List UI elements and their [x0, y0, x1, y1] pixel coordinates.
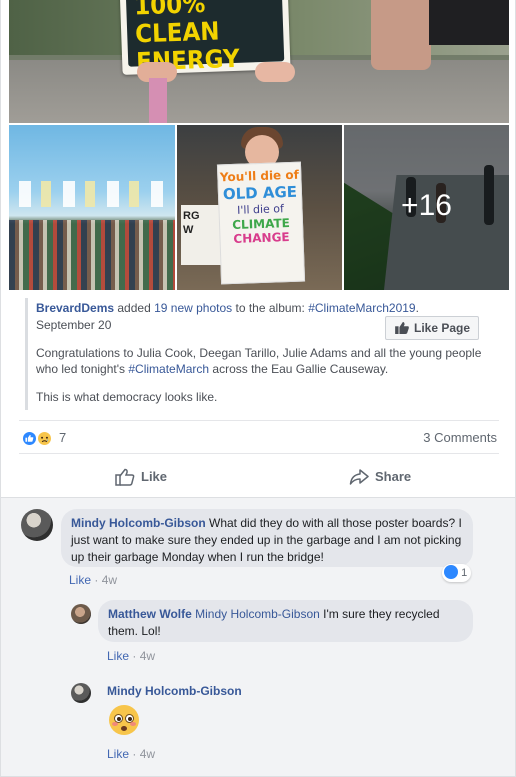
emoji-cheek: [112, 722, 118, 726]
share-button-label: Share: [375, 469, 412, 484]
like-page-label: Like Page: [414, 321, 471, 335]
photo-thumbnail-more[interactable]: +16: [344, 125, 509, 290]
thumbs-up-icon: [115, 468, 135, 486]
album-tail: .: [415, 301, 419, 315]
comment-reaction-badge[interactable]: 1: [442, 564, 472, 582]
reply-like-link[interactable]: Like: [107, 747, 129, 761]
photo-person-legs: [371, 0, 431, 70]
photo-hand-right: [255, 62, 295, 82]
sign-line-1: 100% CLEAN: [133, 0, 220, 49]
photo-arm: [149, 78, 167, 123]
like-button[interactable]: Like: [115, 466, 167, 488]
like-page-button[interactable]: Like Page: [385, 316, 479, 340]
crowd: [9, 220, 175, 290]
more-photos-count: +16: [401, 189, 452, 222]
page-name-link[interactable]: BrevardDems: [36, 301, 114, 315]
post-body-post: across the Eau Gallie Causeway.: [209, 362, 389, 376]
side-sign: RG W: [181, 205, 221, 265]
share-button[interactable]: Share: [349, 466, 411, 488]
crowd-signs: [19, 181, 169, 207]
comments-section: Mindy Holcomb-Gibson What did they do wi…: [1, 497, 515, 776]
photo-thumbnail-child-sign[interactable]: RG W You'll die of OLD AGE I'll die of C…: [177, 125, 342, 290]
hashtag-link[interactable]: #ClimateMarch: [128, 362, 209, 376]
post-body: Congratulations to Julia Cook, Deegan Ta…: [36, 345, 496, 377]
reaction-count[interactable]: 7: [59, 430, 66, 445]
post-header: BrevardDems added 19 new photos to the a…: [36, 300, 419, 316]
avatar[interactable]: [21, 509, 53, 541]
meta-separator: ·: [91, 573, 102, 587]
avatar[interactable]: [71, 683, 91, 703]
to-album-text: to the album:: [232, 301, 309, 315]
photo-count-link[interactable]: 19 new photos: [154, 301, 232, 315]
comment-bubble: Mindy Holcomb-Gibson What did they do wi…: [61, 509, 473, 567]
post-card: 100% CLEAN ENERGY RG W You'll die of OLD…: [0, 0, 516, 777]
meta-separator: ·: [129, 747, 140, 761]
emoji-cheek: [130, 722, 136, 726]
reply-meta: Like · 4w: [107, 649, 155, 663]
photo-person-shorts: [429, 0, 509, 45]
meta-separator: ·: [129, 649, 140, 663]
reply-age[interactable]: 4w: [140, 649, 155, 663]
sad-reaction-icon[interactable]: [36, 430, 53, 447]
sign-text: 100% CLEAN ENERGY: [125, 0, 285, 76]
reply-mention-link[interactable]: Mindy Holcomb-Gibson: [192, 607, 320, 621]
action-text: added: [114, 301, 155, 315]
thumbs-up-icon: [25, 434, 34, 442]
comment-reaction-count: 1: [461, 567, 468, 579]
sad-face-icon: [41, 436, 48, 443]
thumbs-up-icon: [395, 322, 409, 334]
reactions-bar: 7 3 Comments: [19, 420, 499, 454]
flushed-face-icon: [109, 705, 139, 735]
like-reaction-icon: [444, 565, 458, 580]
poster-line-4: CLIMATE: [231, 215, 291, 233]
reply-like-link[interactable]: Like: [107, 649, 129, 663]
reply-bubble: Matthew Wolfe Mindy Holcomb-Gibson I'm s…: [98, 600, 473, 642]
comment-age[interactable]: 4w: [102, 573, 117, 587]
photo-thumbnail-crowd[interactable]: [9, 125, 175, 290]
comment-author-link[interactable]: Mindy Holcomb-Gibson: [71, 516, 206, 530]
reply-age[interactable]: 4w: [140, 747, 155, 761]
comment-meta: Like · 4w: [69, 573, 117, 587]
comments-count-link[interactable]: 3 Comments: [423, 430, 497, 445]
post-body-line-2: This is what democracy looks like.: [36, 390, 218, 404]
poster-line-2: OLD AGE: [222, 182, 298, 204]
photo-thumbnails: RG W You'll die of OLD AGE I'll die of C…: [9, 125, 509, 290]
avatar[interactable]: [71, 604, 91, 624]
emoji-mouth: [121, 726, 127, 731]
post-actions: Like Share: [19, 458, 499, 494]
post-date[interactable]: September 20: [36, 317, 111, 333]
share-arrow-icon: [349, 469, 369, 485]
comment-like-link[interactable]: Like: [69, 573, 91, 587]
poster-line-5: CHANGE: [233, 230, 290, 246]
shared-post-content: BrevardDems added 19 new photos to the a…: [25, 298, 495, 410]
side-sign-text: RG W: [183, 210, 200, 236]
climate-poster: You'll die of OLD AGE I'll die of CLIMAT…: [216, 161, 306, 285]
album-link[interactable]: #ClimateMarch2019: [308, 301, 415, 315]
reply-author-link[interactable]: Mindy Holcomb-Gibson: [107, 684, 242, 698]
reply-meta: Like · 4w: [107, 747, 155, 761]
main-photo[interactable]: 100% CLEAN ENERGY: [9, 0, 509, 123]
reply-author-row: Mindy Holcomb-Gibson: [107, 684, 242, 698]
reply-author-link[interactable]: Matthew Wolfe: [108, 607, 192, 621]
like-button-label: Like: [141, 469, 168, 484]
